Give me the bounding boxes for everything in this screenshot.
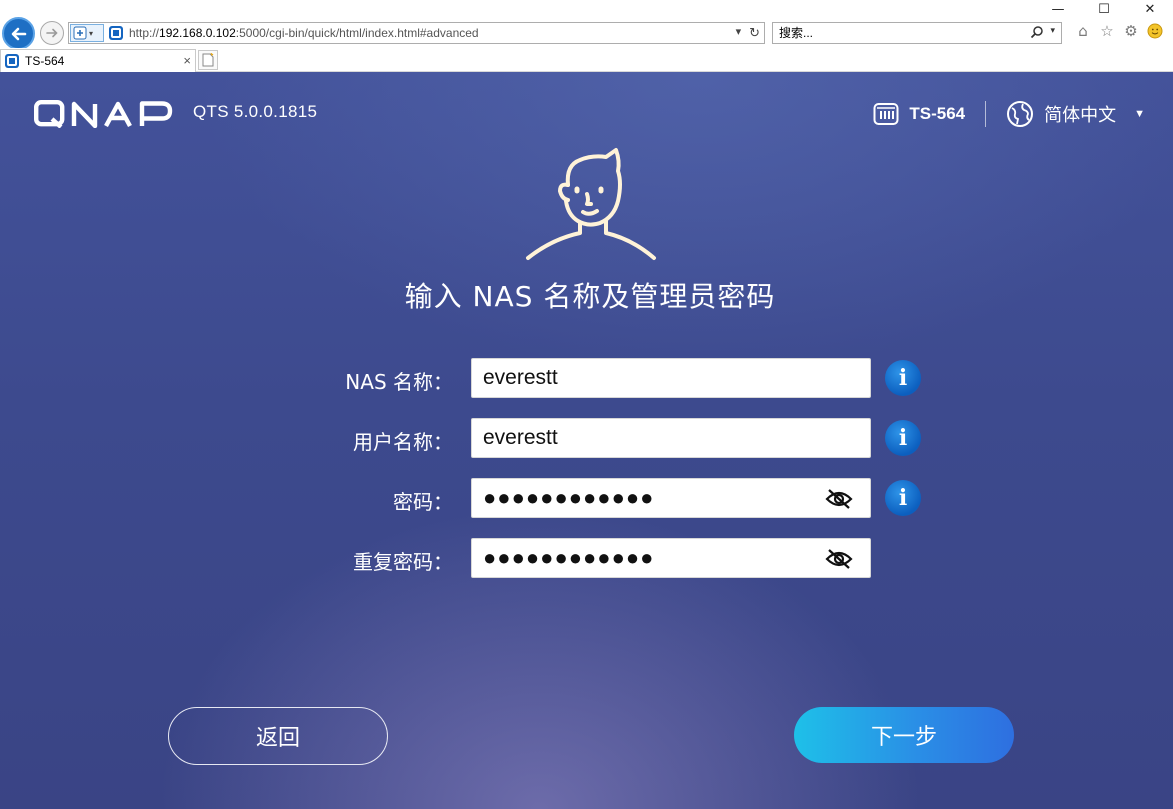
address-dropdown-icon[interactable]: ▾ bbox=[736, 25, 742, 41]
language-select[interactable]: 简体中文 bbox=[1044, 101, 1116, 127]
nas-name-info-icon[interactable]: i bbox=[885, 360, 921, 396]
nas-name-label: NAS 名称： bbox=[345, 370, 453, 394]
search-tools: ▾ bbox=[1030, 25, 1055, 39]
user-avatar-icon bbox=[526, 148, 656, 260]
close-window-button[interactable]: ✕ bbox=[1127, 0, 1173, 18]
new-tab-button[interactable] bbox=[198, 50, 218, 70]
search-dropdown-icon[interactable]: ▾ bbox=[1050, 25, 1055, 39]
search-box[interactable]: ▾ bbox=[772, 22, 1062, 44]
device-name: TS-564 bbox=[909, 104, 966, 123]
forward-nav-button[interactable] bbox=[40, 21, 64, 45]
hide-password-icon[interactable] bbox=[824, 486, 854, 512]
top-right-bar: TS-564 简体中文 ▼ bbox=[873, 98, 1145, 130]
tab-favicon bbox=[5, 54, 19, 68]
setup-page: QTS 5.0.0.1815 TS-564 简体中文 ▼ 输入 NAS 名称及管… bbox=[0, 72, 1173, 809]
favorites-star-icon[interactable]: ☆ bbox=[1098, 22, 1116, 40]
window-controls: — ☐ ✕ bbox=[1035, 0, 1173, 18]
browser-tools: ⌂ ☆ ⚙ bbox=[1074, 22, 1164, 40]
password-input[interactable] bbox=[483, 479, 813, 517]
globe-icon bbox=[1007, 101, 1034, 127]
tab-strip: TS-564 × bbox=[0, 48, 1173, 72]
new-tab-icon bbox=[202, 53, 214, 67]
address-url[interactable]: http://192.168.0.102:5000/cgi-bin/quick/… bbox=[129, 26, 479, 40]
browser-chrome: — ☐ ✕ ▾ http://192.168.0.102:5000/cgi-bi… bbox=[0, 0, 1173, 50]
divider bbox=[985, 101, 987, 127]
site-favicon bbox=[109, 26, 123, 40]
tab-ts-564[interactable]: TS-564 × bbox=[0, 49, 196, 72]
qnap-logo bbox=[34, 100, 176, 128]
qnap-logo-mark bbox=[34, 100, 173, 128]
tab-title: TS-564 bbox=[25, 54, 65, 68]
username-info-icon[interactable]: i bbox=[885, 420, 921, 456]
confirm-password-label: 重复密码： bbox=[353, 550, 453, 574]
next-button[interactable]: 下一步 bbox=[794, 707, 1014, 763]
form-row-confirm-password: 重复密码： bbox=[0, 538, 1173, 578]
arrow-left-icon bbox=[11, 27, 26, 40]
nas-device-icon bbox=[873, 103, 899, 125]
back-button[interactable]: 返回 bbox=[168, 707, 388, 765]
chevron-down-icon[interactable]: ▼ bbox=[1134, 108, 1145, 120]
minimize-button[interactable]: — bbox=[1035, 0, 1081, 18]
form-row-username: 用户名称： i bbox=[0, 418, 1173, 458]
qts-version: QTS 5.0.0.1815 bbox=[193, 102, 318, 121]
smiley-feedback-icon[interactable] bbox=[1146, 22, 1164, 40]
search-input[interactable] bbox=[779, 26, 1019, 40]
compat-plus-icon bbox=[73, 26, 87, 40]
home-icon[interactable]: ⌂ bbox=[1074, 22, 1092, 40]
form-row-password: 密码： i bbox=[0, 478, 1173, 518]
refresh-icon[interactable]: ↻ bbox=[749, 25, 760, 41]
back-nav-button[interactable] bbox=[2, 17, 35, 50]
hide-confirm-password-icon[interactable] bbox=[824, 546, 854, 572]
password-info-icon[interactable]: i bbox=[885, 480, 921, 516]
address-bar[interactable]: ▾ http://192.168.0.102:5000/cgi-bin/quic… bbox=[68, 22, 765, 44]
nas-name-input[interactable] bbox=[483, 359, 813, 397]
chevron-down-icon: ▾ bbox=[89, 28, 94, 38]
password-field[interactable] bbox=[471, 478, 871, 518]
page-title: 输入 NAS 名称及管理员密码 bbox=[404, 280, 776, 313]
username-label: 用户名称： bbox=[353, 430, 453, 454]
close-icon[interactable]: × bbox=[183, 53, 191, 68]
password-label: 密码： bbox=[393, 490, 453, 514]
compat-view-button[interactable]: ▾ bbox=[70, 24, 104, 42]
gear-icon[interactable]: ⚙ bbox=[1122, 22, 1140, 40]
nas-name-field[interactable] bbox=[471, 358, 871, 398]
search-icon[interactable] bbox=[1030, 25, 1044, 39]
form-row-nas-name: NAS 名称： i bbox=[0, 358, 1173, 398]
username-field[interactable] bbox=[471, 418, 871, 458]
arrow-right-icon bbox=[46, 28, 58, 38]
confirm-password-field[interactable] bbox=[471, 538, 871, 578]
username-input[interactable] bbox=[483, 419, 813, 457]
confirm-password-input[interactable] bbox=[483, 539, 813, 577]
address-tools: ▾ ↻ bbox=[736, 25, 760, 41]
maximize-button[interactable]: ☐ bbox=[1081, 0, 1127, 18]
